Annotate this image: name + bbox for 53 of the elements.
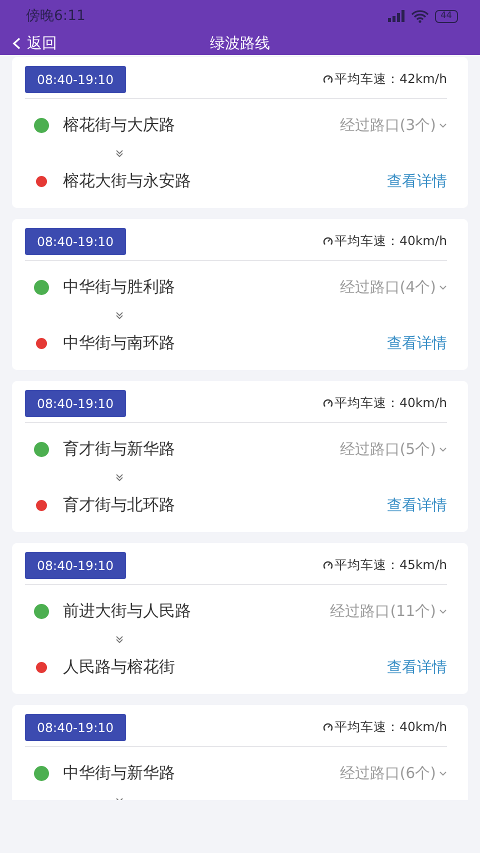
- intersections-toggle[interactable]: 经过路口(11个): [330, 602, 447, 620]
- start-intersection: 中华街与胜利路: [63, 276, 176, 298]
- end-intersection: 人民路与榕花街: [63, 656, 176, 678]
- time-badge: 08:40-19:10: [25, 552, 126, 578]
- caret-icon: [439, 122, 447, 128]
- caret-icon: [439, 446, 447, 452]
- start-dot: [34, 280, 49, 294]
- start-intersection: 榕花街与大庆路: [63, 114, 176, 136]
- speedometer-icon: [322, 74, 333, 84]
- details-link[interactable]: 查看详情: [387, 172, 447, 190]
- start-intersection: 前进大街与人民路: [63, 600, 192, 622]
- end-dot: [36, 500, 47, 510]
- start-intersection: 中华街与新华路: [63, 762, 176, 784]
- start-dot: [34, 604, 49, 618]
- average-speed: 平均车速：40km/h: [334, 232, 447, 250]
- end-dot: [36, 176, 47, 186]
- start-intersection: 育才街与新华路: [63, 438, 176, 460]
- caret-icon: [439, 770, 447, 776]
- average-speed: 平均车速：42km/h: [334, 70, 447, 88]
- details-link[interactable]: 查看详情: [387, 496, 447, 514]
- intersections-toggle[interactable]: 经过路口(5个): [340, 440, 447, 458]
- end-dot: [36, 662, 47, 672]
- time-badge: 08:40-19:10: [25, 714, 126, 740]
- intersections-toggle[interactable]: 经过路口(4个): [340, 278, 447, 296]
- details-link[interactable]: 查看详情: [387, 658, 447, 676]
- back-button[interactable]: 返回: [12, 34, 57, 53]
- wifi-icon: [410, 10, 429, 22]
- battery-level: 44: [434, 10, 458, 22]
- end-intersection: 中华街与南环路: [63, 332, 176, 354]
- time-badge: 08:40-19:10: [25, 390, 126, 416]
- intersections-toggle[interactable]: 经过路口(3个): [340, 116, 447, 134]
- intersections-toggle[interactable]: 经过路口(6个): [340, 764, 447, 782]
- end-intersection: 育才街与北环路: [63, 494, 176, 516]
- end-dot: [36, 338, 47, 348]
- time-badge: 08:40-19:10: [25, 66, 126, 92]
- start-dot: [34, 766, 49, 780]
- details-link[interactable]: 查看详情: [387, 334, 447, 352]
- start-dot: [34, 442, 49, 456]
- average-speed: 平均车速：45km/h: [334, 556, 447, 574]
- average-speed: 平均车速：40km/h: [334, 718, 447, 736]
- start-dot: [34, 118, 49, 132]
- speedometer-icon: [322, 398, 333, 408]
- speedometer-icon: [322, 722, 333, 732]
- status-time: 傍晚6:11: [26, 7, 86, 25]
- caret-icon: [439, 284, 447, 290]
- caret-icon: [439, 608, 447, 614]
- speedometer-icon: [322, 560, 333, 570]
- end-intersection: 榕花大街与永安路: [63, 170, 192, 192]
- back-icon: [12, 37, 21, 50]
- speedometer-icon: [322, 236, 333, 246]
- time-badge: 08:40-19:10: [25, 228, 126, 254]
- average-speed: 平均车速：40km/h: [334, 394, 447, 412]
- page-title: 绿波路线: [210, 34, 270, 53]
